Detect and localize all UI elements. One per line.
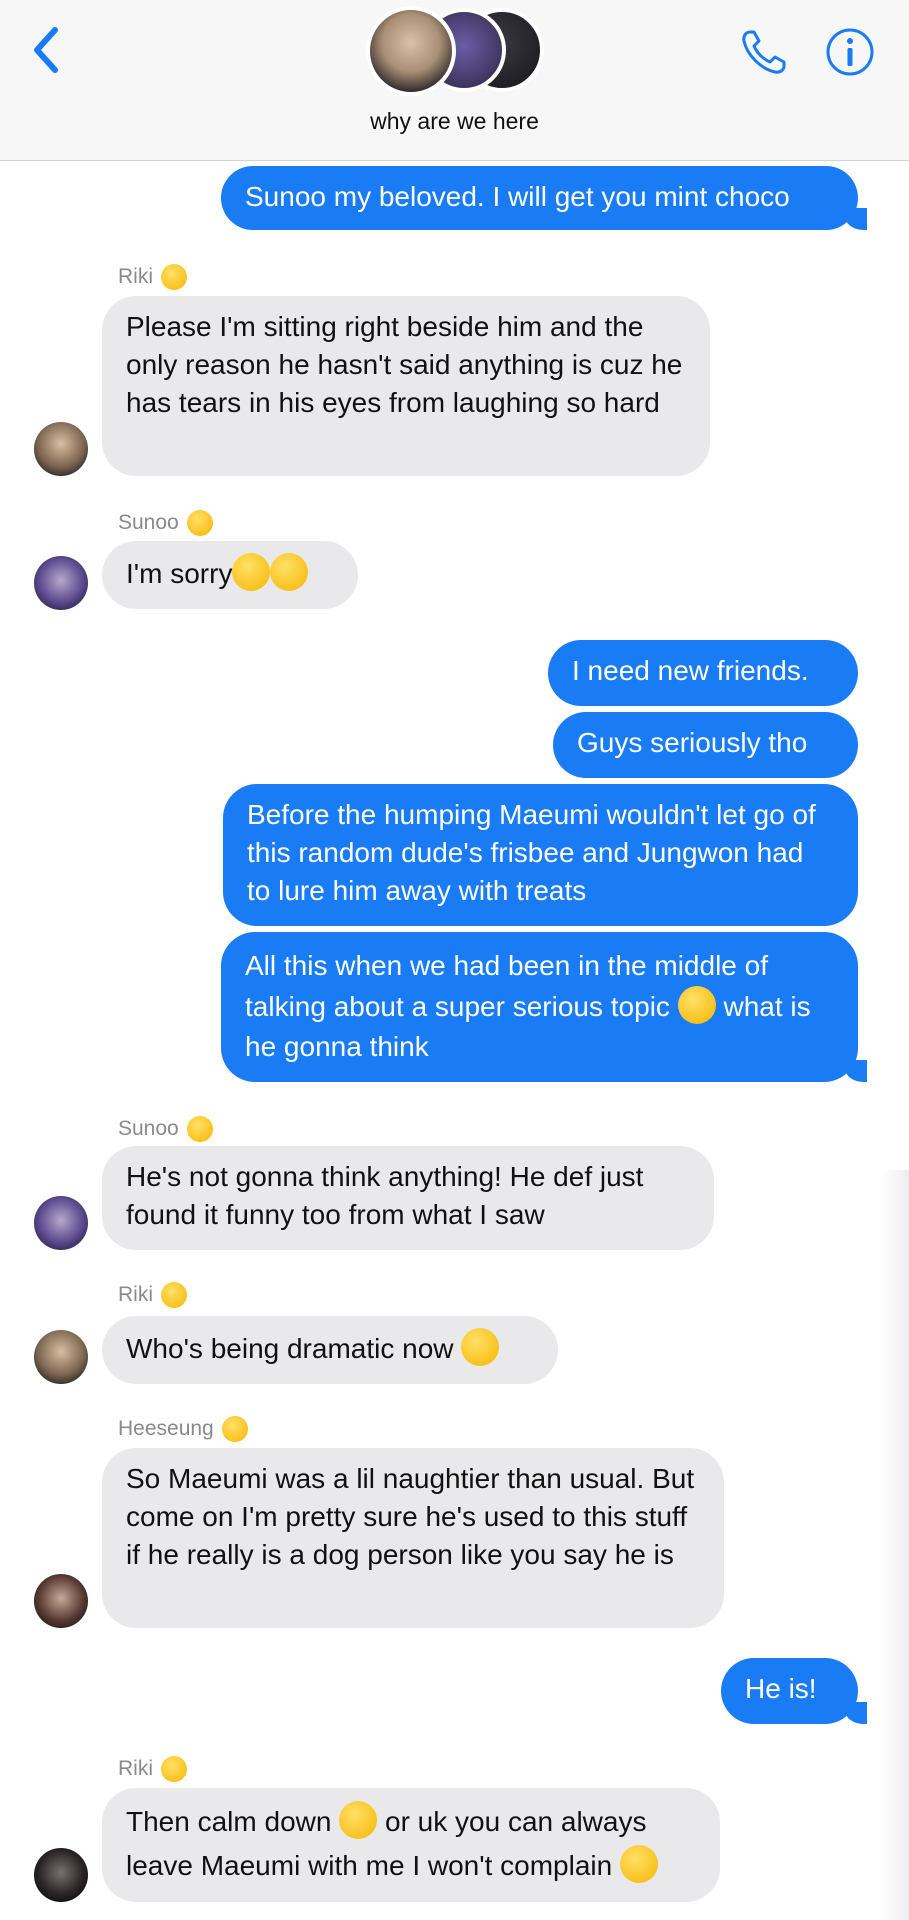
avatar[interactable] <box>34 422 88 476</box>
avatar[interactable] <box>34 556 88 610</box>
message-text: He is! <box>745 1673 817 1704</box>
sender-name-text: Heeseung <box>118 1417 214 1440</box>
relieved-face-emoji-icon <box>186 510 213 536</box>
phone-icon <box>742 30 786 74</box>
crying-face-emoji-icon <box>232 553 271 591</box>
relieved-face-emoji-icon <box>186 1116 213 1142</box>
sender-name: Heeseung <box>118 1416 248 1442</box>
back-button[interactable] <box>26 22 66 78</box>
screenshot-edge-overlay <box>881 1170 909 1920</box>
message-bubble-outgoing[interactable]: Guys seriously tho <box>553 712 858 778</box>
message-bubble-incoming[interactable]: So Maeumi was a lil naughtier than usual… <box>102 1448 724 1628</box>
message-text: Before the humping Maeumi wouldn't let g… <box>247 799 816 906</box>
relieved-face-emoji-icon <box>620 1845 658 1883</box>
sender-name-text: Riki <box>118 265 153 288</box>
sender-name: Sunoo <box>118 1116 213 1142</box>
message-bubble-incoming[interactable]: He's not gonna think anything! He def ju… <box>102 1146 714 1250</box>
message-bubble-outgoing[interactable]: He is! <box>721 1658 867 1724</box>
weary-face-emoji-icon <box>677 986 716 1024</box>
info-icon <box>826 28 874 76</box>
eye-roll-emoji-icon <box>339 1801 378 1839</box>
message-text: Who's being dramatic now <box>126 1333 454 1364</box>
avatar[interactable] <box>34 1196 88 1250</box>
tears-of-joy-emoji-icon <box>270 553 309 591</box>
call-button[interactable] <box>738 26 790 78</box>
avatar[interactable] <box>34 1574 88 1628</box>
sender-name: Riki <box>118 264 187 290</box>
info-button[interactable] <box>824 26 876 78</box>
avatar[interactable] <box>34 1848 88 1902</box>
group-name[interactable]: why are we here <box>0 108 909 135</box>
conversation-header: why are we here <box>0 0 909 161</box>
group-avatar-1 <box>366 6 456 96</box>
message-text: I'm sorry <box>126 558 233 589</box>
sender-name: Riki <box>118 1756 187 1782</box>
sender-name: Riki <box>118 1282 187 1308</box>
message-bubble-outgoing[interactable]: All this when we had been in the middle … <box>221 932 867 1082</box>
message-text: I need new friends. <box>572 655 809 686</box>
message-bubble-outgoing[interactable]: I need new friends. <box>548 640 858 706</box>
sender-name-text: Sunoo <box>118 511 179 534</box>
smiling-face-emoji-icon <box>161 264 187 290</box>
message-text: Guys seriously tho <box>577 727 808 758</box>
group-avatars[interactable] <box>366 6 546 96</box>
smiling-face-emoji-icon <box>161 1282 187 1308</box>
sender-name-text: Sunoo <box>118 1117 179 1140</box>
sender-name-text: Riki <box>118 1757 153 1780</box>
relieved-face-emoji-icon <box>221 1416 248 1442</box>
smiling-face-emoji-icon <box>161 1756 187 1782</box>
message-bubble-incoming[interactable]: Who's being dramatic now <box>102 1316 558 1384</box>
message-text: So Maeumi was a lil naughtier than usual… <box>126 1463 695 1570</box>
sender-name-text: Riki <box>118 1283 153 1306</box>
message-bubble-incoming[interactable]: Then calm down or uk you can always leav… <box>102 1788 720 1902</box>
sender-name: Sunoo <box>118 510 213 536</box>
message-bubble-incoming[interactable]: Please I'm sitting right beside him and … <box>102 296 710 476</box>
message-bubble-outgoing[interactable]: Before the humping Maeumi wouldn't let g… <box>223 784 858 926</box>
avatar[interactable] <box>34 1330 88 1384</box>
message-text: Sunoo my beloved. I will get you mint ch… <box>245 181 790 212</box>
chevron-left-icon <box>34 27 58 73</box>
message-bubble-incoming[interactable]: I'm sorry <box>102 541 358 609</box>
smirking-face-emoji-icon <box>461 1328 500 1366</box>
message-bubble-outgoing[interactable]: Sunoo my beloved. I will get you mint ch… <box>221 166 867 230</box>
message-text: Then calm down <box>126 1806 332 1837</box>
message-text: Please I'm sitting right beside him and … <box>126 311 683 418</box>
message-text: He's not gonna think anything! He def ju… <box>126 1161 644 1230</box>
